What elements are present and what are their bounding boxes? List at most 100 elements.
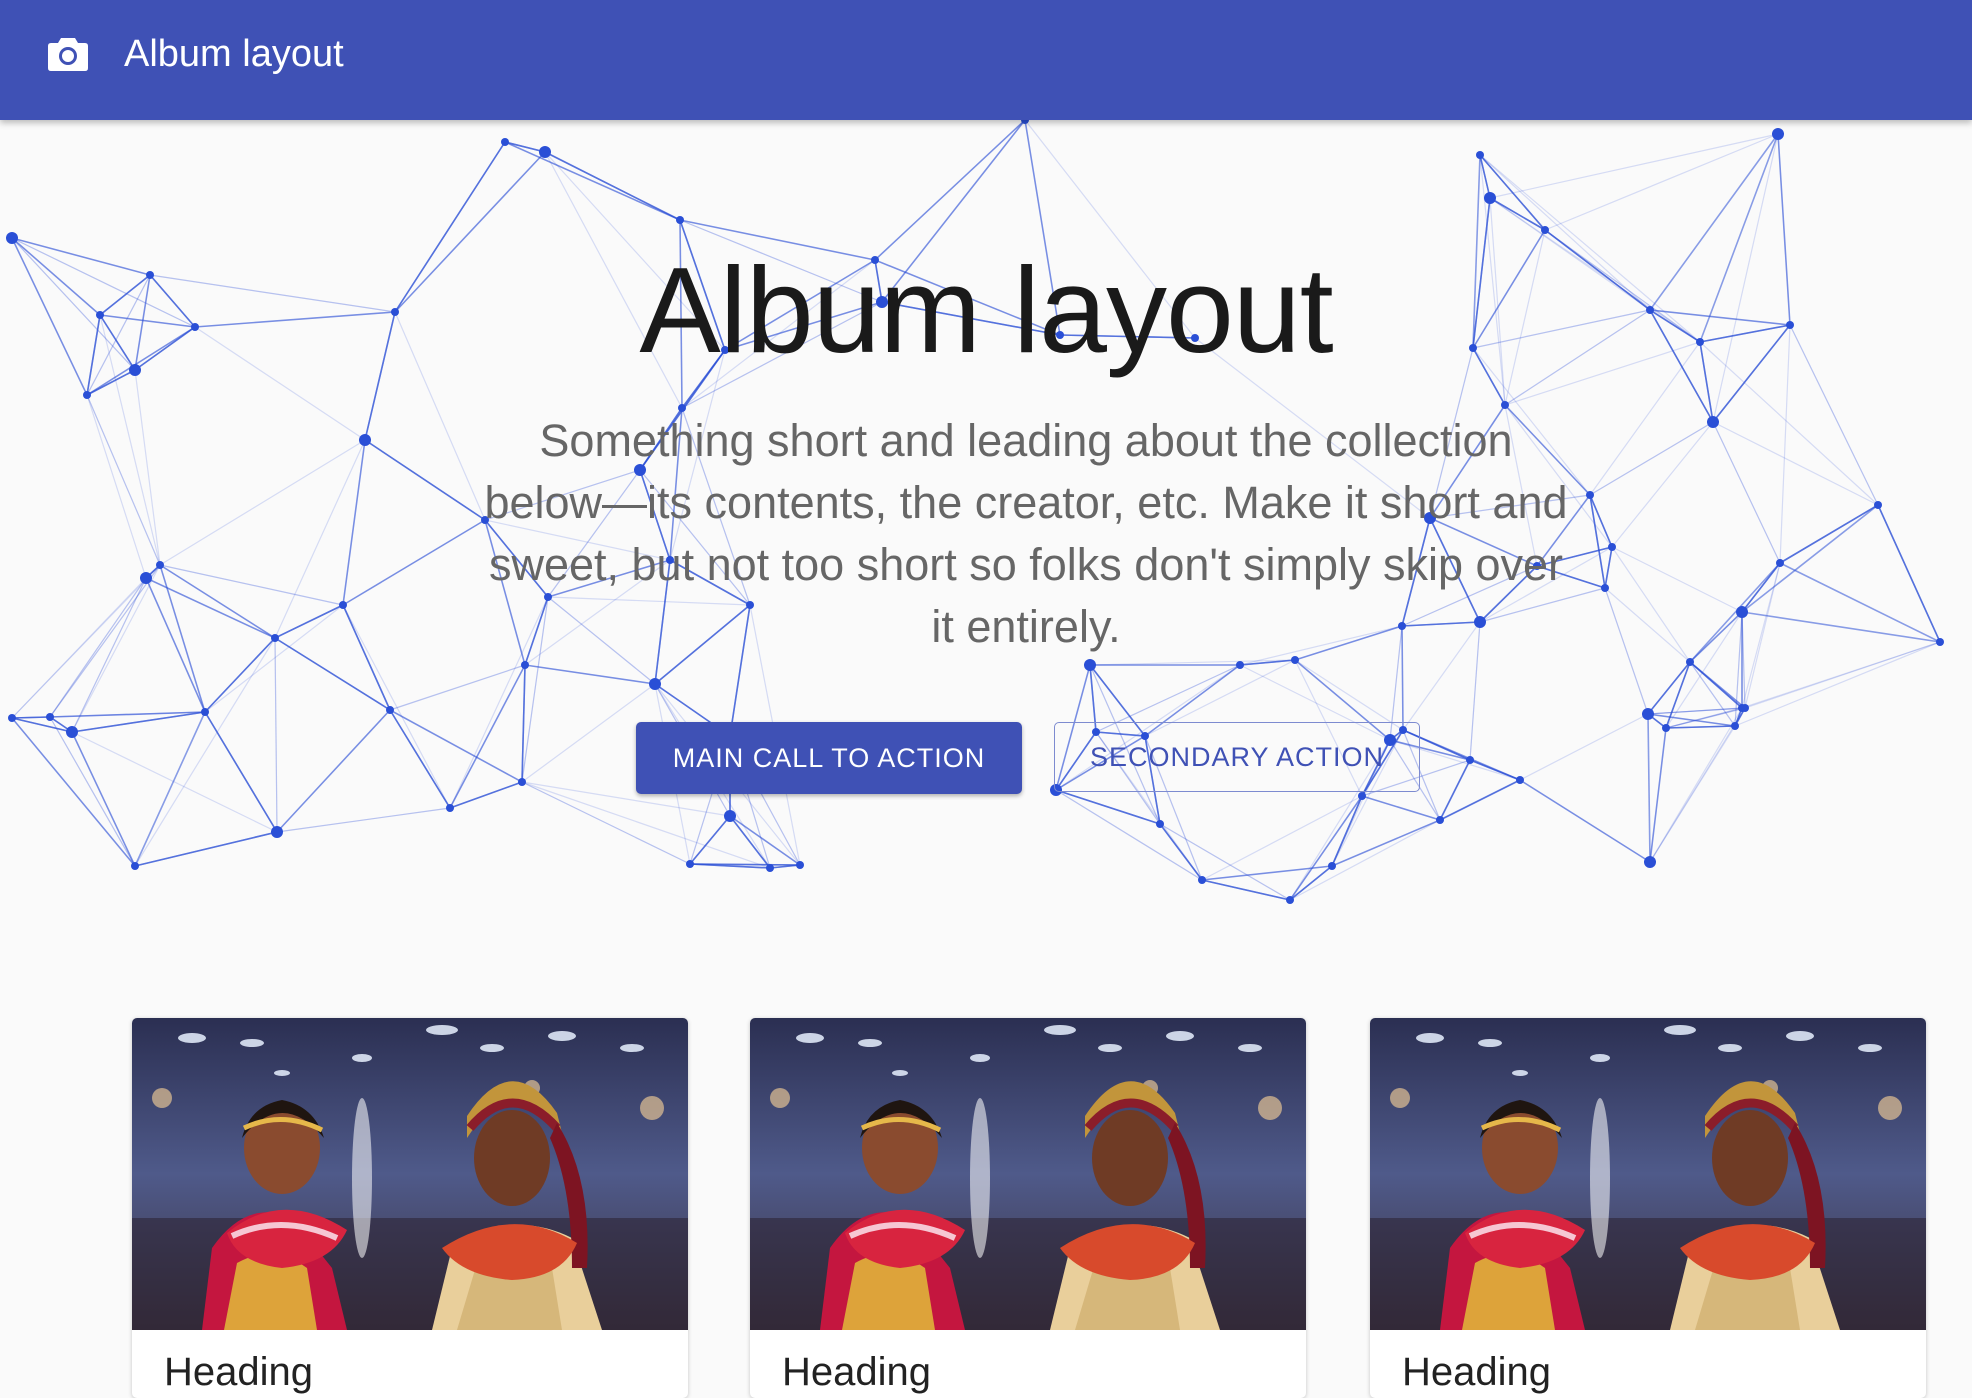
network-line — [1604, 546, 1613, 589]
network-line — [204, 637, 276, 713]
network-node — [46, 713, 54, 721]
network-line — [276, 709, 391, 833]
network-node — [521, 661, 529, 669]
network-node — [156, 561, 164, 569]
card-heading: Heading — [1402, 1350, 1552, 1394]
network-node — [1707, 416, 1719, 428]
network-node — [766, 864, 774, 872]
network-node — [1644, 856, 1656, 868]
network-line — [1439, 779, 1521, 821]
network-node — [1601, 584, 1609, 592]
network-node — [1662, 724, 1670, 732]
network-line — [1289, 819, 1441, 901]
network-node — [796, 861, 804, 869]
network-line — [1055, 789, 1161, 825]
network-line — [274, 604, 344, 639]
network-line — [1289, 865, 1333, 901]
card-heading: Heading — [164, 1350, 314, 1394]
network-node — [201, 708, 209, 716]
network-line — [1665, 725, 1736, 729]
network-line — [1159, 823, 1291, 901]
network-line — [1589, 421, 1714, 496]
network-node — [359, 434, 371, 446]
network-node — [676, 216, 684, 224]
network-line — [145, 577, 276, 639]
network-line — [71, 564, 161, 733]
album-card[interactable]: Heading — [750, 1018, 1306, 1398]
network-line — [389, 709, 523, 783]
network-node — [66, 726, 78, 738]
network-line — [274, 637, 391, 711]
main-call-to-action-button[interactable]: MAIN CALL TO ACTION — [636, 722, 1022, 794]
network-node — [1541, 226, 1549, 234]
network-line — [1489, 133, 1779, 199]
network-line — [1734, 641, 1941, 727]
network-node — [140, 572, 152, 584]
network-line — [1741, 641, 1941, 709]
network-node — [1642, 708, 1654, 720]
network-line — [71, 731, 136, 867]
network-line — [159, 564, 276, 639]
wedding-couple-image — [750, 1018, 1306, 1330]
network-node — [1776, 559, 1784, 567]
network-line — [1689, 611, 1743, 663]
network-line — [1201, 795, 1363, 881]
app-title: Album layout — [124, 33, 344, 75]
network-line — [342, 604, 391, 711]
network-line — [1589, 494, 1613, 548]
network-line — [729, 815, 771, 869]
network-line — [1741, 504, 1879, 613]
network-node — [271, 826, 283, 838]
card-heading: Heading — [782, 1350, 932, 1394]
network-line — [1361, 795, 1441, 821]
network-node — [1084, 659, 1096, 671]
network-node — [1686, 658, 1694, 666]
network-line — [134, 711, 206, 867]
network-line — [342, 604, 451, 809]
network-node — [1936, 638, 1944, 646]
network-node — [1608, 543, 1616, 551]
network-line — [389, 709, 451, 809]
network-line — [49, 716, 136, 867]
network-line — [521, 781, 691, 865]
network-line — [11, 717, 136, 867]
network-line — [49, 564, 161, 718]
network-node — [686, 860, 694, 868]
network-line — [1877, 504, 1941, 643]
network-node — [1731, 722, 1739, 730]
hero-section: Album layout Something short and leading… — [0, 120, 1972, 910]
network-line — [521, 781, 771, 869]
network-node — [83, 391, 91, 399]
network-line — [544, 151, 681, 221]
network-node — [1198, 876, 1206, 884]
network-node — [8, 714, 16, 722]
network-line — [689, 863, 801, 866]
network-line — [1519, 779, 1651, 863]
network-line — [1589, 494, 1606, 589]
network-node — [1358, 792, 1366, 800]
network-line — [1611, 421, 1714, 548]
network-node — [1436, 816, 1444, 824]
network-node — [1328, 862, 1336, 870]
network-node — [501, 138, 509, 146]
network-line — [1649, 727, 1667, 863]
network-line — [364, 439, 486, 521]
network-line — [134, 831, 278, 867]
album-card[interactable]: Heading — [1370, 1018, 1926, 1398]
network-line — [1519, 713, 1649, 781]
camera-icon — [48, 38, 88, 71]
network-node — [339, 601, 347, 609]
network-node — [518, 778, 526, 786]
network-line — [1712, 421, 1781, 564]
network-node — [1286, 896, 1294, 904]
network-node — [649, 678, 661, 690]
network-line — [1055, 789, 1203, 881]
wedding-couple-image — [132, 1018, 688, 1330]
network-node — [386, 706, 394, 714]
secondary-action-button[interactable]: SECONDARY ACTION — [1054, 722, 1420, 792]
network-line — [504, 141, 681, 221]
album-grid: Heading Heading Heading — [0, 1018, 1972, 1398]
network-line — [159, 439, 366, 566]
network-line — [86, 394, 147, 579]
album-card[interactable]: Heading — [132, 1018, 688, 1398]
